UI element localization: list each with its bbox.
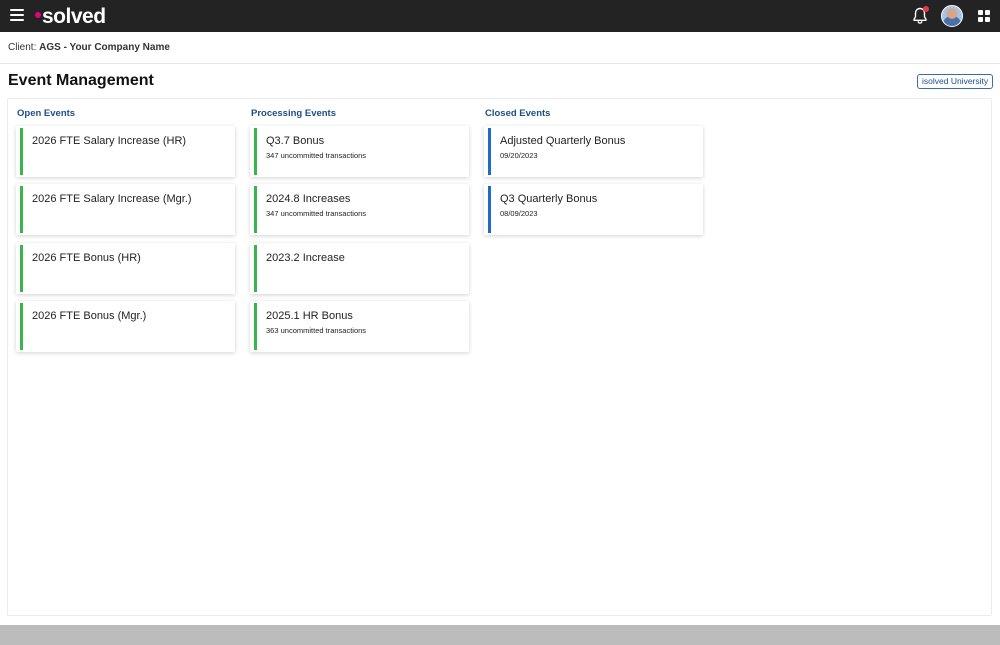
event-title: 2026 FTE Bonus (Mgr.) xyxy=(32,310,147,322)
client-info: Client: AGS - Your Company Name xyxy=(8,42,170,53)
apps-grid-icon[interactable] xyxy=(978,10,990,22)
event-board: Open Events 2026 FTE Salary Increase (HR… xyxy=(7,98,992,616)
closed-events-header: Closed Events xyxy=(485,108,551,119)
client-name: AGS - Your Company Name xyxy=(39,42,170,53)
event-title: Adjusted Quarterly Bonus xyxy=(500,135,626,147)
client-bar: Client: AGS - Your Company Name xyxy=(0,32,1000,64)
isolved-logo[interactable]: solved xyxy=(35,3,106,29)
event-subtitle: 347 uncommitted transactions xyxy=(266,209,367,218)
status-bar xyxy=(488,128,491,175)
footer-strip xyxy=(0,625,1000,645)
event-subtitle: 363 uncommitted transactions xyxy=(266,326,367,335)
top-navigation-bar: solved xyxy=(0,0,1000,32)
status-bar xyxy=(20,303,23,350)
logo-dot-icon xyxy=(35,3,41,23)
client-label: Client: xyxy=(8,42,37,53)
status-bar xyxy=(254,303,257,350)
event-card[interactable]: 2026 FTE Bonus (Mgr.) xyxy=(16,301,235,352)
event-subtitle: 347 uncommitted transactions xyxy=(266,151,367,160)
event-card[interactable]: 2026 FTE Bonus (HR) xyxy=(16,243,235,294)
event-title: Q3 Quarterly Bonus xyxy=(500,193,598,205)
event-date: 09/20/2023 xyxy=(500,151,538,160)
event-title: Q3.7 Bonus xyxy=(266,135,325,147)
bell-icon[interactable] xyxy=(912,6,929,25)
status-bar xyxy=(20,186,23,233)
event-date: 08/09/2023 xyxy=(500,209,538,218)
event-title: 2024.8 Increases xyxy=(266,193,351,205)
status-bar xyxy=(254,128,257,175)
event-card[interactable]: 2023.2 Increase xyxy=(250,243,469,294)
page-title: Event Management xyxy=(8,72,154,89)
event-title: 2025.1 HR Bonus xyxy=(266,310,353,322)
event-card[interactable]: 2024.8 Increases 347 uncommitted transac… xyxy=(250,184,469,235)
event-title: 2026 FTE Bonus (HR) xyxy=(32,252,141,264)
open-events-header: Open Events xyxy=(17,108,76,119)
event-title: 2026 FTE Salary Increase (HR) xyxy=(32,135,187,147)
notification-badge xyxy=(923,6,929,12)
event-card[interactable]: Q3 Quarterly Bonus 08/09/2023 xyxy=(484,184,703,235)
event-card[interactable]: Adjusted Quarterly Bonus 09/20/2023 xyxy=(484,126,703,177)
status-bar xyxy=(488,186,491,233)
status-bar xyxy=(20,128,23,175)
hamburger-menu-icon[interactable] xyxy=(10,9,24,21)
event-card[interactable]: Q3.7 Bonus 347 uncommitted transactions xyxy=(250,126,469,177)
event-card[interactable]: 2025.1 HR Bonus 363 uncommitted transact… xyxy=(250,301,469,352)
event-card[interactable]: 2026 FTE Salary Increase (HR) xyxy=(16,126,235,177)
logo-text: solved xyxy=(42,5,106,28)
event-title: 2023.2 Increase xyxy=(266,252,345,264)
event-title: 2026 FTE Salary Increase (Mgr.) xyxy=(32,193,192,205)
isolved-university-button[interactable]: isolved University xyxy=(917,74,994,89)
status-bar xyxy=(254,245,257,292)
user-avatar[interactable] xyxy=(941,5,963,27)
processing-events-header: Processing Events xyxy=(251,108,337,119)
status-bar xyxy=(254,186,257,233)
status-bar xyxy=(20,245,23,292)
event-card[interactable]: 2026 FTE Salary Increase (Mgr.) xyxy=(16,184,235,235)
